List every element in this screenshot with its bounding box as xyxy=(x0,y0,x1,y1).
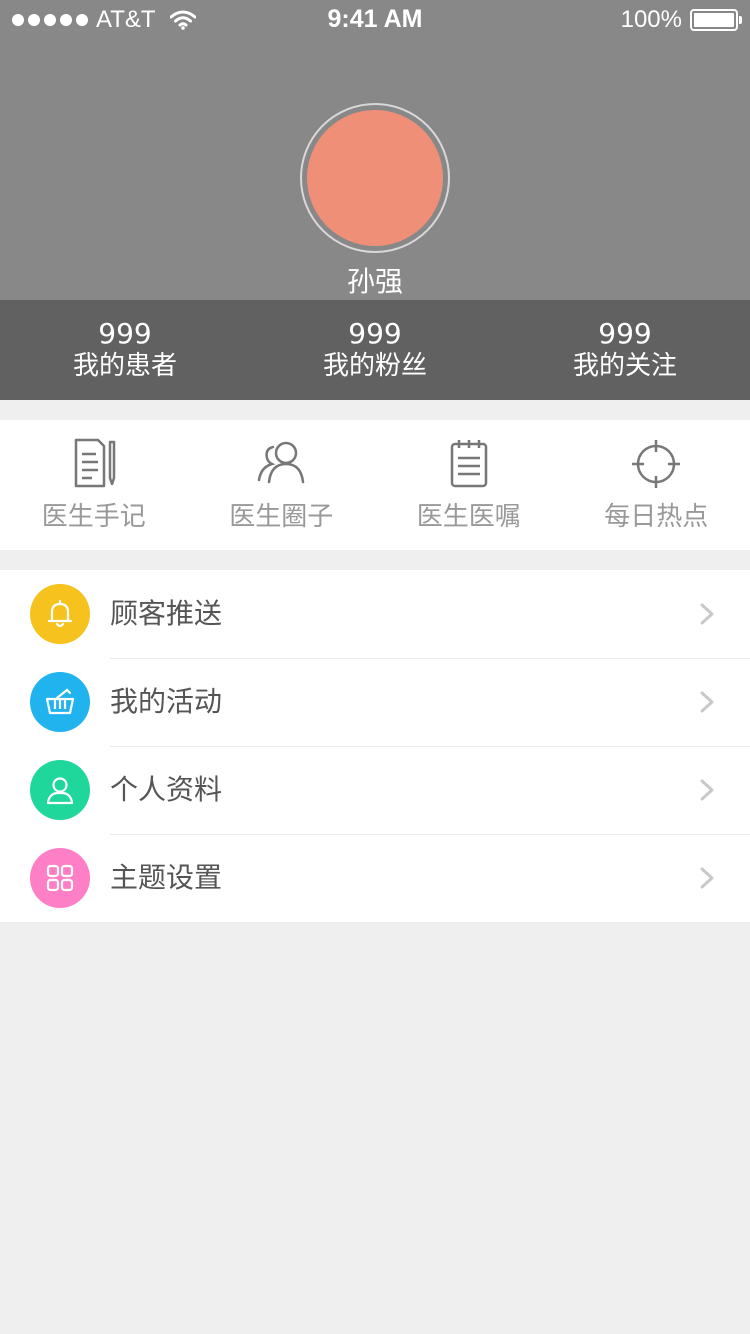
list-item-activity[interactable]: 我的活动 xyxy=(0,658,750,746)
status-right: 100% xyxy=(620,6,742,34)
chevron-right-icon xyxy=(700,691,714,713)
list-item-push[interactable]: 顾客推送 xyxy=(0,570,750,658)
stat-patients[interactable]: 999 我的患者 xyxy=(0,300,250,400)
clipboard-icon xyxy=(450,440,487,488)
list-item-profile[interactable]: 个人资料 xyxy=(0,746,750,834)
stat-following[interactable]: 999 我的关注 xyxy=(500,300,750,400)
basket-icon xyxy=(30,672,90,732)
list-item-label: 我的活动 xyxy=(110,685,223,718)
quick-menu: 医生手记 医生圈子 医生医嘱 每日热点 xyxy=(0,420,750,550)
profile-header: AT&T 9:41 AM 100% 孙强 999 我的患者 999 我的粉丝 9… xyxy=(0,0,750,400)
stat-label: 我的患者 xyxy=(72,351,177,381)
stat-value: 999 xyxy=(598,317,652,350)
menu-list: 顾客推送 我的活动 个人资料 主题设置 xyxy=(0,570,750,922)
target-icon xyxy=(632,440,681,488)
bell-icon xyxy=(30,584,90,644)
list-item-label: 主题设置 xyxy=(110,861,223,894)
stat-label: 我的关注 xyxy=(572,351,677,381)
group-icon xyxy=(258,441,305,484)
user-name: 孙强 xyxy=(346,265,403,298)
grid-icon xyxy=(30,848,90,908)
notes-icon xyxy=(74,438,115,488)
quick-item-notes[interactable]: 医生手记 xyxy=(0,420,188,550)
quick-label: 医生医嘱 xyxy=(416,502,521,532)
stat-value: 999 xyxy=(98,317,152,350)
chevron-right-icon xyxy=(700,779,714,801)
stat-fans[interactable]: 999 我的粉丝 xyxy=(250,300,500,400)
quick-label: 医生圈子 xyxy=(229,502,334,532)
quick-item-orders[interactable]: 医生医嘱 xyxy=(375,420,563,550)
quick-item-circle[interactable]: 医生圈子 xyxy=(188,420,376,550)
stat-label: 我的粉丝 xyxy=(322,351,427,381)
user-icon xyxy=(30,760,90,820)
status-bar: AT&T 9:41 AM 100% xyxy=(0,0,750,40)
list-item-label: 顾客推送 xyxy=(110,597,223,630)
list-item-label: 个人资料 xyxy=(110,773,223,806)
avatar-ring[interactable] xyxy=(300,103,450,253)
quick-label: 医生手记 xyxy=(41,502,146,532)
quick-item-hot[interactable]: 每日热点 xyxy=(563,420,750,550)
battery-percent: 100% xyxy=(620,6,682,33)
list-item-theme[interactable]: 主题设置 xyxy=(0,834,750,922)
chevron-right-icon xyxy=(700,867,714,889)
avatar[interactable] xyxy=(307,110,443,246)
chevron-right-icon xyxy=(700,603,714,625)
stat-value: 999 xyxy=(348,317,402,350)
battery-icon xyxy=(690,9,742,31)
quick-label: 每日热点 xyxy=(604,502,709,532)
stats-bar: 999 我的患者 999 我的粉丝 999 我的关注 xyxy=(0,300,750,400)
